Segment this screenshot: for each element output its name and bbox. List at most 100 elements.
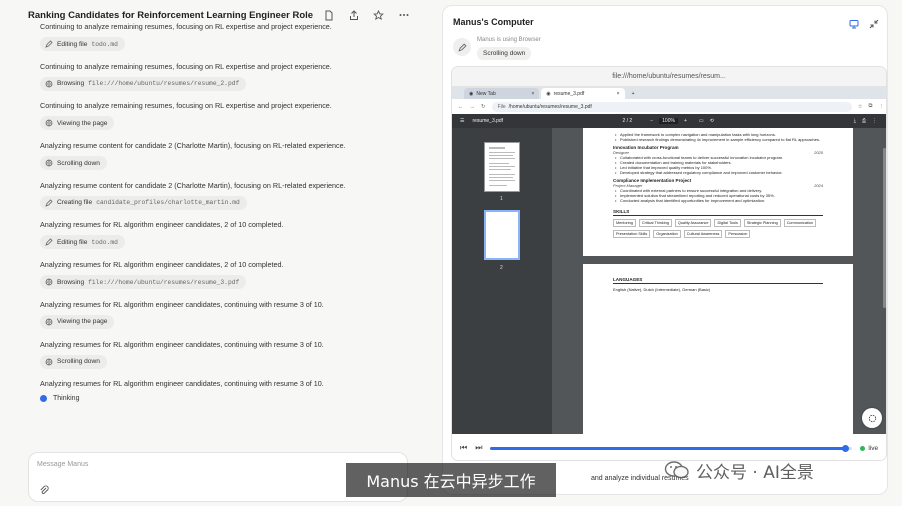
reload-icon[interactable]: ↻: [481, 104, 486, 110]
address-text: /home/ubuntu/resumes/resume_3.pdf: [508, 103, 592, 110]
browser-tabs: ◉ New Tab × ◉ resume_3.pdf × +: [452, 87, 886, 99]
rotate-icon[interactable]: ⟲: [710, 118, 714, 124]
thumbnail-page-1[interactable]: [484, 142, 520, 192]
back-icon[interactable]: ←: [458, 104, 464, 110]
thumbnail-page-2[interactable]: [484, 210, 520, 260]
list-item: Analyzing resumes for RL algorithm engin…: [40, 260, 430, 300]
pdf-bullet: Developed strategy that addressed regula…: [613, 170, 823, 175]
divider: [613, 283, 823, 284]
browser-window: file:///home/ubuntu/resumes/resum... ◉ N…: [451, 66, 887, 461]
action-chip[interactable]: Editing file todo.md: [40, 37, 125, 51]
star-icon[interactable]: [372, 9, 385, 22]
message-input[interactable]: Message Manus: [37, 461, 88, 468]
zoom-level[interactable]: 100%: [659, 118, 678, 124]
download-icon[interactable]: ⤓: [854, 118, 856, 124]
skills-list: Mentoring Critical Thinking Quality Assu…: [613, 219, 823, 238]
action-chip[interactable]: Scrolling down: [40, 354, 107, 369]
pdf-toolbar: ☰ resume_3.pdf 2 / 2 − 100% + ▭ ⟲ ⤓ ⎙ ⋮: [452, 114, 886, 128]
pdf-languages-title: LANGUAGES: [613, 277, 643, 282]
pdf-page-1: Applied the framework to complex navigat…: [583, 128, 853, 256]
page-indicator[interactable]: 2 / 2: [622, 118, 632, 124]
agent-message: Analyzing resumes for RL algorithm engin…: [40, 379, 324, 389]
pdf-filename: resume_3.pdf: [472, 118, 504, 124]
close-icon[interactable]: ×: [617, 91, 620, 97]
bookmark-star-icon[interactable]: ☆: [858, 104, 863, 110]
agent-message: Analyzing resume content for candidate 2…: [40, 180, 346, 190]
pdf-skills-title: SKILLS: [613, 209, 630, 214]
takeover-button[interactable]: [862, 408, 882, 428]
agent-message: Analyzing resumes for RL algorithm engin…: [40, 220, 284, 230]
action-chip[interactable]: Browsing file:///home/ubuntu/resumes/res…: [40, 275, 247, 290]
fit-page-icon[interactable]: ▭: [699, 118, 704, 124]
live-indicator[interactable]: live: [860, 445, 878, 452]
skip-back-icon[interactable]: ⏮: [460, 443, 467, 453]
progress-knob[interactable]: [841, 444, 849, 452]
globe-icon: [44, 119, 53, 128]
zoom-in-icon[interactable]: +: [684, 118, 687, 124]
menu-icon[interactable]: ⋮: [878, 104, 884, 110]
action-label: Scrolling down: [57, 358, 100, 365]
computer-actions: [849, 16, 879, 34]
skill-tag: Persuasion: [725, 230, 751, 238]
zoom-out-icon[interactable]: −: [650, 118, 653, 124]
action-path: todo.md: [91, 238, 118, 246]
file-icon[interactable]: [322, 9, 335, 22]
watermark: 公众号 · AI全景: [664, 456, 814, 484]
agent-message: Continuing to analyze remaining resumes,…: [40, 22, 332, 31]
pdf-scrollbar[interactable]: [883, 148, 886, 308]
action-path: candidate_profiles/charlotte_martin.md: [96, 199, 240, 207]
wechat-icon: [664, 460, 690, 480]
agent-message: Continuing to analyze remaining resumes,…: [40, 61, 332, 71]
skill-tag: Cultural Awareness: [683, 230, 723, 238]
pdf-viewer[interactable]: 1 2 Applied the framework to complex nav…: [452, 128, 886, 434]
action-path: todo.md: [91, 40, 118, 48]
computer-pane: Manus's Computer Manus is using Browser …: [442, 5, 888, 495]
action-chip[interactable]: Scrolling down: [40, 156, 107, 171]
more-icon[interactable]: [397, 9, 410, 22]
pdf-languages: English (Native), Dutch (Intermediate), …: [613, 287, 711, 292]
address-bar[interactable]: File /home/ubuntu/resumes/resume_3.pdf: [491, 101, 852, 112]
computer-title: Manus's Computer: [453, 17, 534, 27]
task-title: Ranking Candidates for Reinforcement Lea…: [28, 9, 314, 21]
paperclip-icon[interactable]: [39, 483, 49, 495]
action-chip[interactable]: Creating file candidate_profiles/charlot…: [40, 195, 247, 210]
collapse-icon[interactable]: [869, 16, 879, 34]
progress-fill: [490, 446, 846, 450]
address-prefix: File: [497, 103, 506, 110]
skill-tag: Presentation Skills: [613, 230, 651, 238]
header-actions: [322, 9, 440, 22]
skip-forward-icon[interactable]: ⏭: [475, 443, 482, 453]
list-item: Continuing to analyze remaining resumes,…: [40, 22, 430, 62]
skill-tag: Critical Thinking: [638, 219, 672, 227]
action-label: Browsing: [57, 278, 85, 286]
action-path: file:///home/ubuntu/resumes/resume_3.pdf: [88, 278, 240, 286]
tab-resume[interactable]: ◉ resume_3.pdf ×: [541, 88, 625, 99]
globe-icon: [44, 317, 53, 326]
tab-new-tab[interactable]: ◉ New Tab ×: [464, 88, 540, 99]
monitor-icon[interactable]: [849, 16, 859, 34]
thinking-indicator: Thinking: [40, 395, 79, 402]
action-chip[interactable]: Browsing file:///home/ubuntu/resumes/res…: [40, 76, 247, 91]
action-chip[interactable]: Viewing the page: [40, 116, 115, 131]
skill-tag: Organization: [653, 230, 681, 238]
replay-progress[interactable]: [490, 444, 853, 452]
close-icon[interactable]: ×: [531, 91, 534, 97]
new-tab-button[interactable]: +: [627, 88, 640, 99]
globe-icon: ◉: [546, 90, 551, 97]
extensions-icon[interactable]: ⧉: [869, 103, 873, 110]
action-chip[interactable]: Viewing the page: [40, 314, 115, 329]
action-chip[interactable]: Editing file todo.md: [40, 235, 125, 250]
browser-nav: ← → ↻ File /home/ubuntu/resumes/resume_3…: [452, 99, 886, 114]
window-url: file:///home/ubuntu/resumes/resum...: [452, 67, 886, 87]
share-icon[interactable]: [347, 9, 360, 22]
forward-icon[interactable]: →: [470, 104, 476, 110]
app-root: Ranking Candidates for Reinforcement Lea…: [0, 0, 902, 506]
hand-icon: [868, 414, 876, 422]
agent-message: Analyzing resume content for candidate 2…: [40, 141, 346, 151]
more-icon[interactable]: ⋮: [872, 118, 877, 124]
hamburger-icon[interactable]: ☰: [460, 118, 464, 124]
globe-icon: [44, 278, 53, 287]
print-icon[interactable]: ⎙: [862, 118, 866, 124]
edit-icon: [44, 40, 53, 49]
divider: [613, 215, 823, 216]
